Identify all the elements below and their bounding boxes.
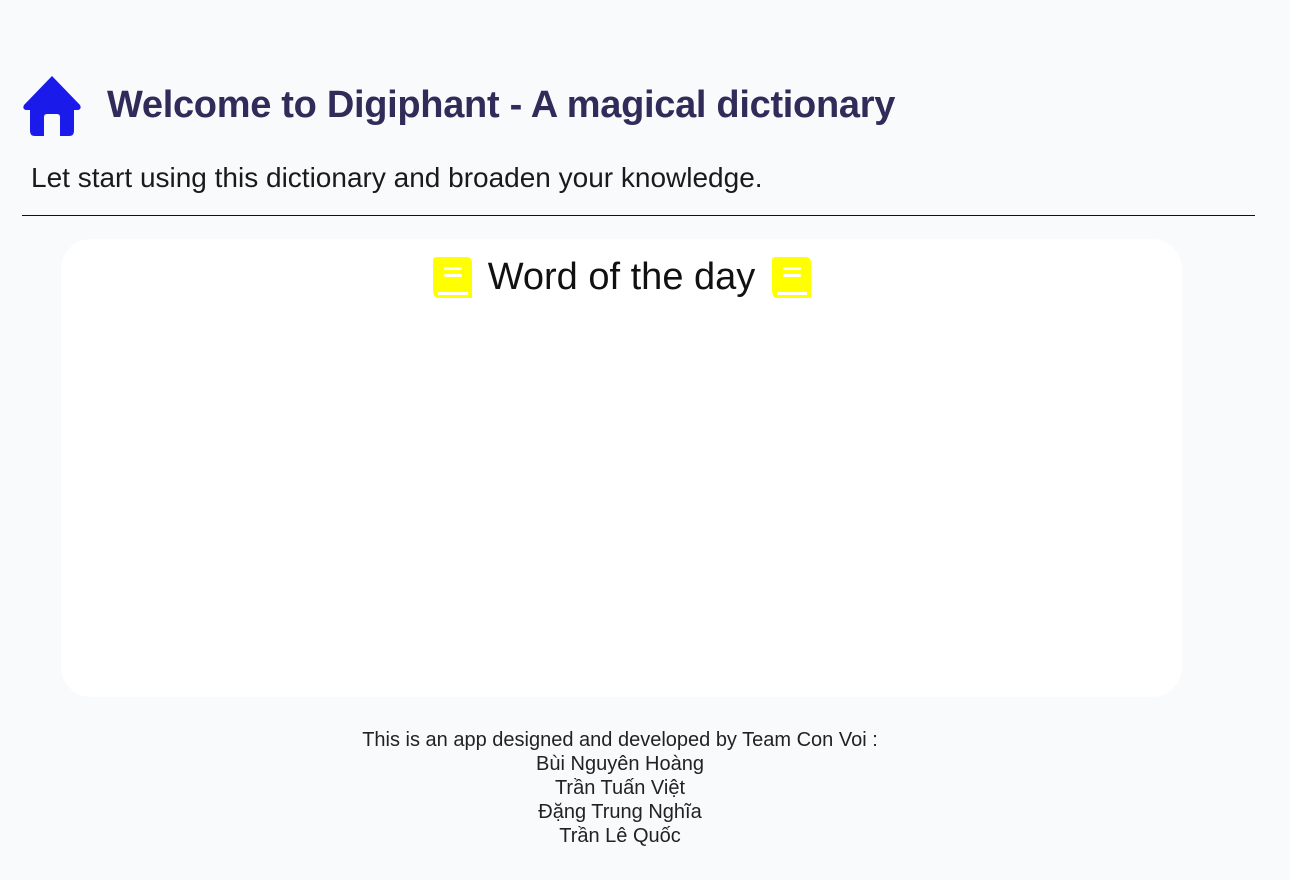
header-divider xyxy=(22,215,1255,216)
footer: This is an app designed and developed by… xyxy=(0,728,1240,848)
team-member: Bùi Nguyên Hoàng xyxy=(536,753,704,775)
team-member: Trần Lê Quốc xyxy=(559,825,681,847)
page: Welcome to Digiphant - A magical diction… xyxy=(0,0,1290,880)
book-icon xyxy=(432,256,472,298)
page-subtitle: Let start using this dictionary and broa… xyxy=(31,162,763,193)
team-member: Trần Tuấn Việt xyxy=(554,777,686,799)
word-of-the-day-title: Word of the day xyxy=(487,256,756,298)
book-icon xyxy=(772,256,812,298)
header: Welcome to Digiphant - A magical diction… xyxy=(22,72,895,138)
word-of-the-day-header: Word of the day xyxy=(61,251,1182,303)
footer-credits: This is an app designed and developed by… xyxy=(362,729,878,751)
page-title: Welcome to Digiphant - A magical diction… xyxy=(107,84,896,126)
team-member: Đặng Trung Nghĩa xyxy=(538,801,702,823)
word-of-the-day-card: Word of the day xyxy=(61,239,1182,697)
home-link[interactable] xyxy=(22,74,82,136)
home-icon xyxy=(23,76,81,136)
